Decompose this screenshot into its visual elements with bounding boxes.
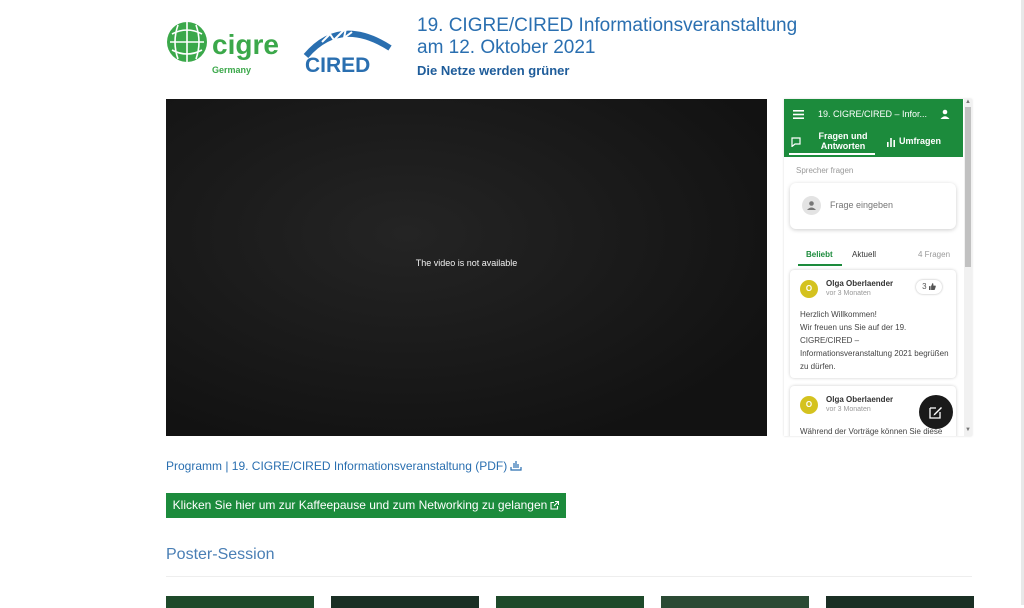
- poster-thumbnail[interactable]: [166, 596, 314, 608]
- scrollbar[interactable]: ▲ ▼: [964, 99, 972, 436]
- question-text-line-2: Wir freuen uns Sie auf der 19. CIGRE/CIR…: [800, 323, 949, 371]
- cigre-logo: cigre Germany: [167, 22, 279, 75]
- poster-thumbnail[interactable]: [496, 596, 644, 608]
- avatar: O: [800, 396, 818, 414]
- question-input-box[interactable]: [790, 183, 956, 229]
- question-time: vor 3 Monaten: [826, 406, 871, 413]
- sort-recent-tab[interactable]: Aktuell: [852, 250, 876, 259]
- cired-logo: CIRED: [303, 24, 392, 76]
- tab-polls-label: Umfragen: [899, 136, 942, 146]
- menu-icon[interactable]: [793, 110, 804, 119]
- tab-questions-answers[interactable]: Fragen und Antworten: [789, 131, 875, 155]
- question-count: 4 Fragen: [918, 250, 951, 259]
- poster-thumbnail[interactable]: [826, 596, 974, 608]
- qa-widget: 19. CIGRE/CIRED – Infor... Fragen und An…: [784, 99, 972, 436]
- video-unavailable-message: The video is not available: [415, 258, 518, 268]
- networking-button[interactable]: Klicken Sie hier um zur Kaffeepause und …: [166, 493, 566, 518]
- like-count: 3: [922, 282, 927, 291]
- question-text-line-1: Herzlich Willkommen!: [800, 310, 877, 319]
- question-author: Olga Oberlaender: [826, 395, 894, 404]
- scrollbar-thumb[interactable]: [965, 107, 971, 267]
- compose-question-button[interactable]: [919, 395, 953, 429]
- event-title: 19. CIGRE/CIRED Informationsveranstaltun…: [417, 15, 837, 59]
- chat-icon: [791, 137, 801, 147]
- bar-chart-icon: [887, 138, 895, 147]
- scroll-up-arrow[interactable]: ▲: [965, 99, 971, 105]
- divider: [166, 576, 972, 577]
- poster-thumbnail[interactable]: [331, 596, 479, 608]
- qa-widget-title: 19. CIGRE/CIRED – Infor...: [818, 109, 928, 119]
- thumbs-up-icon: [928, 283, 936, 290]
- download-icon: [510, 461, 522, 471]
- poster-session-title: Poster-Session: [166, 546, 275, 563]
- like-button[interactable]: 3: [916, 280, 942, 294]
- external-link-icon: [550, 501, 560, 510]
- avatar: O: [800, 280, 818, 298]
- question-text: Herzlich Willkommen! Wir freuen uns Sie …: [800, 308, 950, 373]
- ask-speaker-label: Sprecher fragen: [796, 166, 854, 175]
- video-player[interactable]: The video is not available: [166, 99, 767, 436]
- sort-popular-tab[interactable]: Beliebt: [806, 250, 833, 259]
- cired-logo-text: CIRED: [305, 54, 370, 76]
- question-input[interactable]: [830, 200, 940, 210]
- scroll-down-arrow[interactable]: ▼: [965, 427, 971, 433]
- question-time: vor 3 Monaten: [826, 290, 871, 297]
- program-pdf-link[interactable]: Programm | 19. CIGRE/CIRED Informationsv…: [166, 459, 522, 473]
- compose-icon: [929, 407, 942, 419]
- networking-button-label: Klicken Sie hier um zur Kaffeepause und …: [172, 498, 548, 512]
- cigre-logo-sub: Germany: [212, 65, 251, 75]
- user-icon: [807, 201, 816, 210]
- event-subtitle: Die Netze werden grüner: [417, 63, 570, 78]
- user-icon[interactable]: [940, 109, 950, 119]
- question-card: O Olga Oberlaender vor 3 Monaten 3 Herzl…: [790, 270, 956, 378]
- active-tab-indicator: [798, 264, 842, 266]
- question-author: Olga Oberlaender: [826, 279, 894, 288]
- event-title-line2: am 12. Oktober 2021: [417, 37, 596, 58]
- tab-polls[interactable]: Umfragen: [884, 136, 954, 148]
- program-pdf-link-label: Programm | 19. CIGRE/CIRED Informationsv…: [166, 459, 508, 473]
- tab-questions-answers-label: Fragen und Antworten: [818, 131, 868, 151]
- avatar: [802, 196, 821, 215]
- event-title-line1: 19. CIGRE/CIRED Informationsveranstaltun…: [417, 15, 798, 36]
- poster-thumbnail[interactable]: [661, 596, 809, 608]
- cigre-logo-text: cigre: [212, 29, 279, 60]
- qa-header: 19. CIGRE/CIRED – Infor... Fragen und An…: [784, 99, 963, 157]
